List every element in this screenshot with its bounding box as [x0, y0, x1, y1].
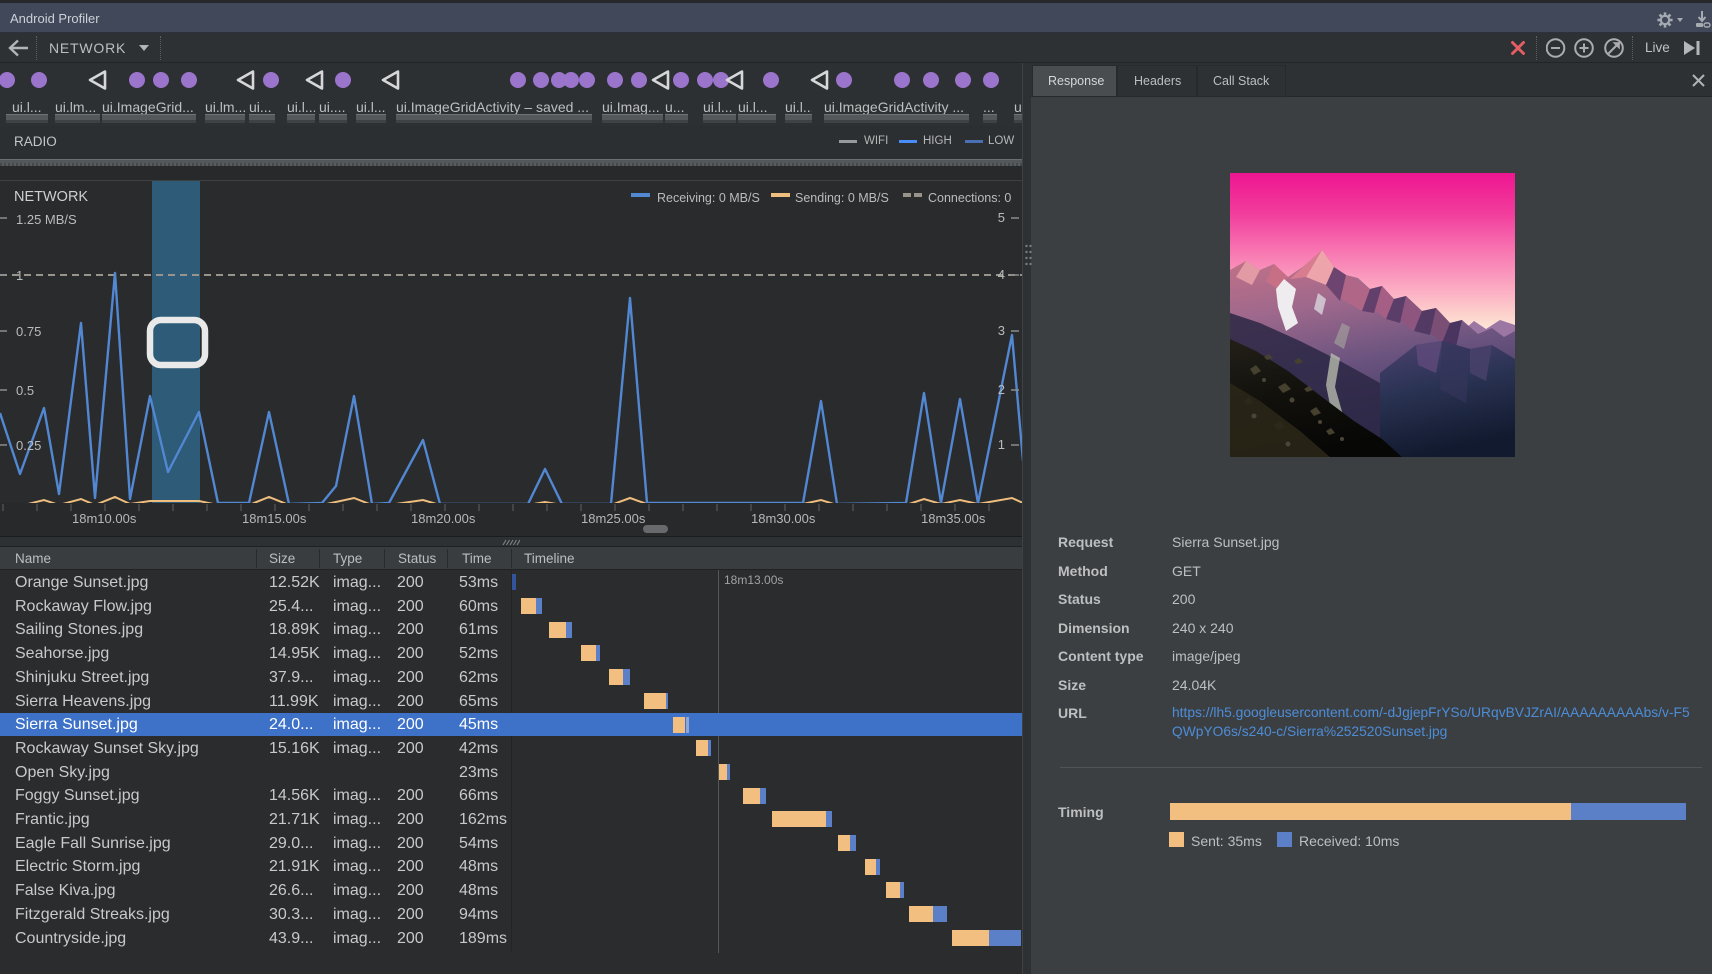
svg-text:4: 4 [998, 267, 1005, 282]
svg-text:3: 3 [998, 323, 1005, 338]
svg-text:5: 5 [998, 210, 1005, 225]
svg-text:1: 1 [998, 437, 1005, 452]
svg-text:Receiving: 0 MB/S: Receiving: 0 MB/S [657, 191, 760, 205]
svg-text:2: 2 [998, 382, 1005, 397]
svg-text:Connections: 0: Connections: 0 [928, 191, 1011, 205]
svg-text:Sending: 0 MB/S: Sending: 0 MB/S [795, 191, 889, 205]
